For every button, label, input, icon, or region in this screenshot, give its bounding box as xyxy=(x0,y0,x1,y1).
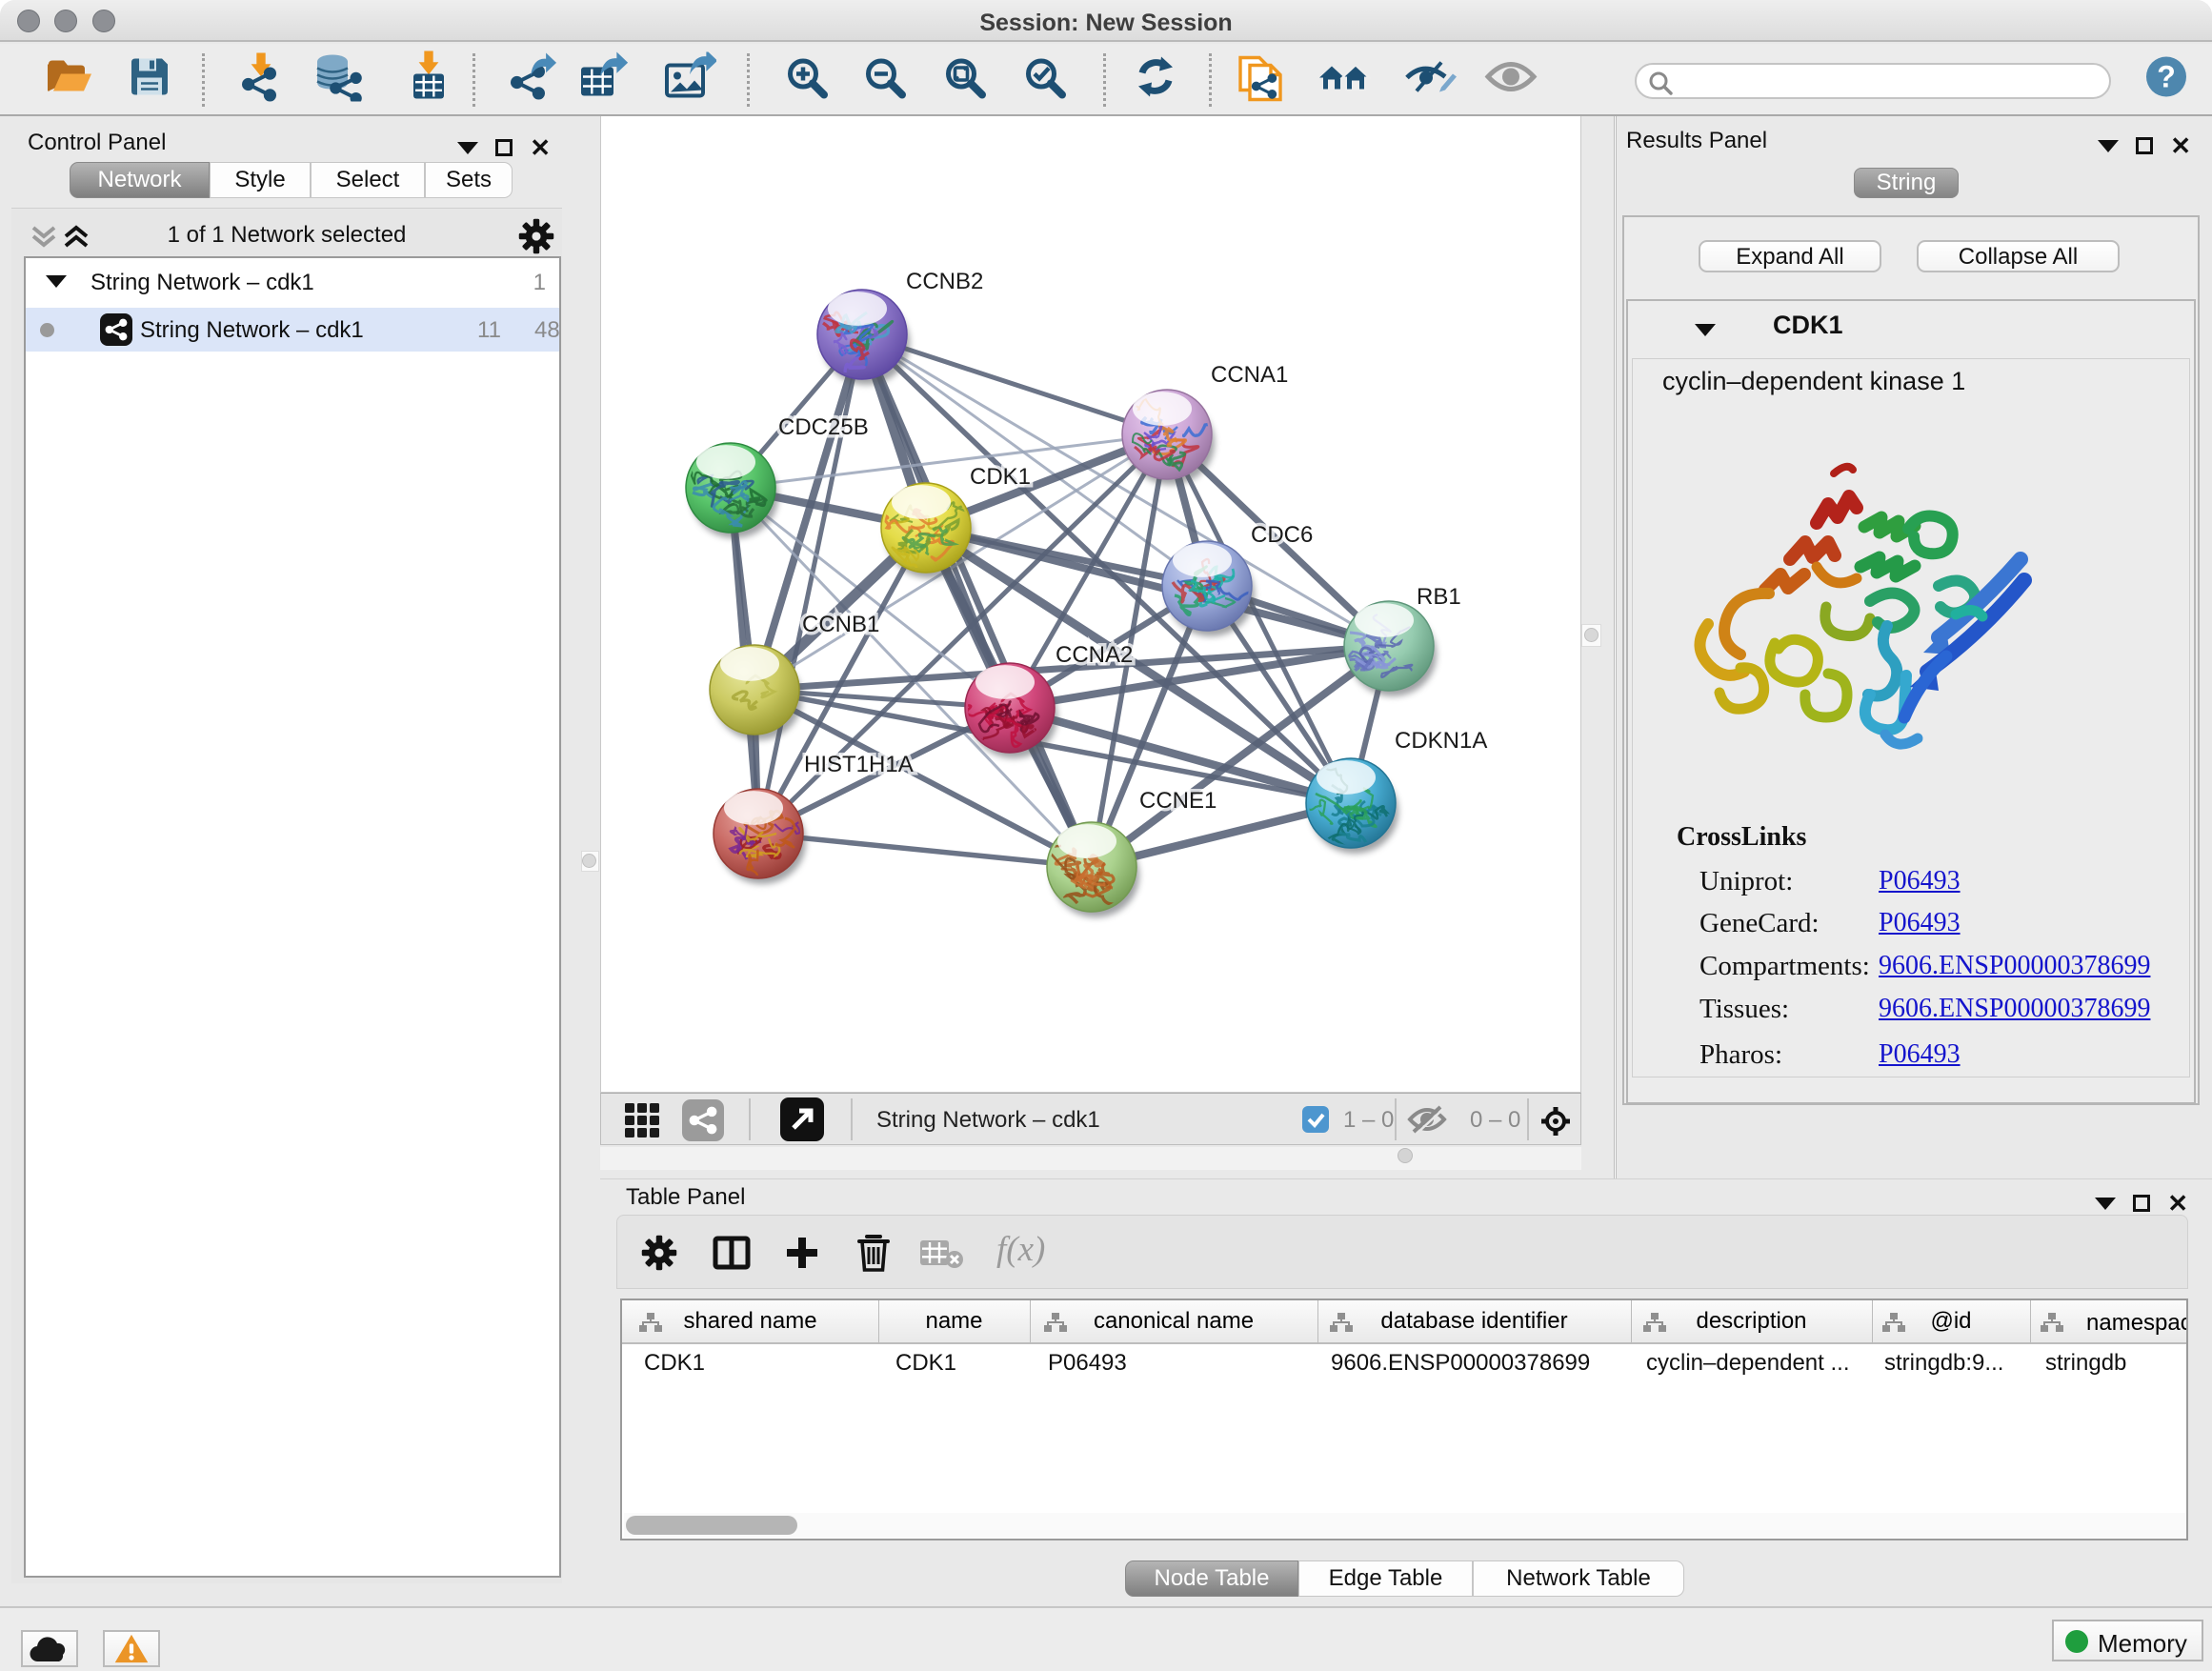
svg-text:CCNB2: CCNB2 xyxy=(906,269,983,294)
svg-text:CDK1: CDK1 xyxy=(970,464,1031,490)
svg-text:CDC25B: CDC25B xyxy=(778,414,869,440)
svg-text:CDC6: CDC6 xyxy=(1251,522,1313,548)
svg-text:RB1: RB1 xyxy=(1417,584,1461,610)
svg-text:CCNB1: CCNB1 xyxy=(802,612,879,637)
svg-text:?: ? xyxy=(2157,60,2176,94)
svg-text:CCNA2: CCNA2 xyxy=(1056,642,1133,668)
svg-text:CDKN1A: CDKN1A xyxy=(1395,728,1487,754)
svg-text:CCNE1: CCNE1 xyxy=(1139,788,1217,814)
svg-text:CCNA1: CCNA1 xyxy=(1211,362,1288,388)
svg-text:HIST1H1A: HIST1H1A xyxy=(804,752,914,777)
